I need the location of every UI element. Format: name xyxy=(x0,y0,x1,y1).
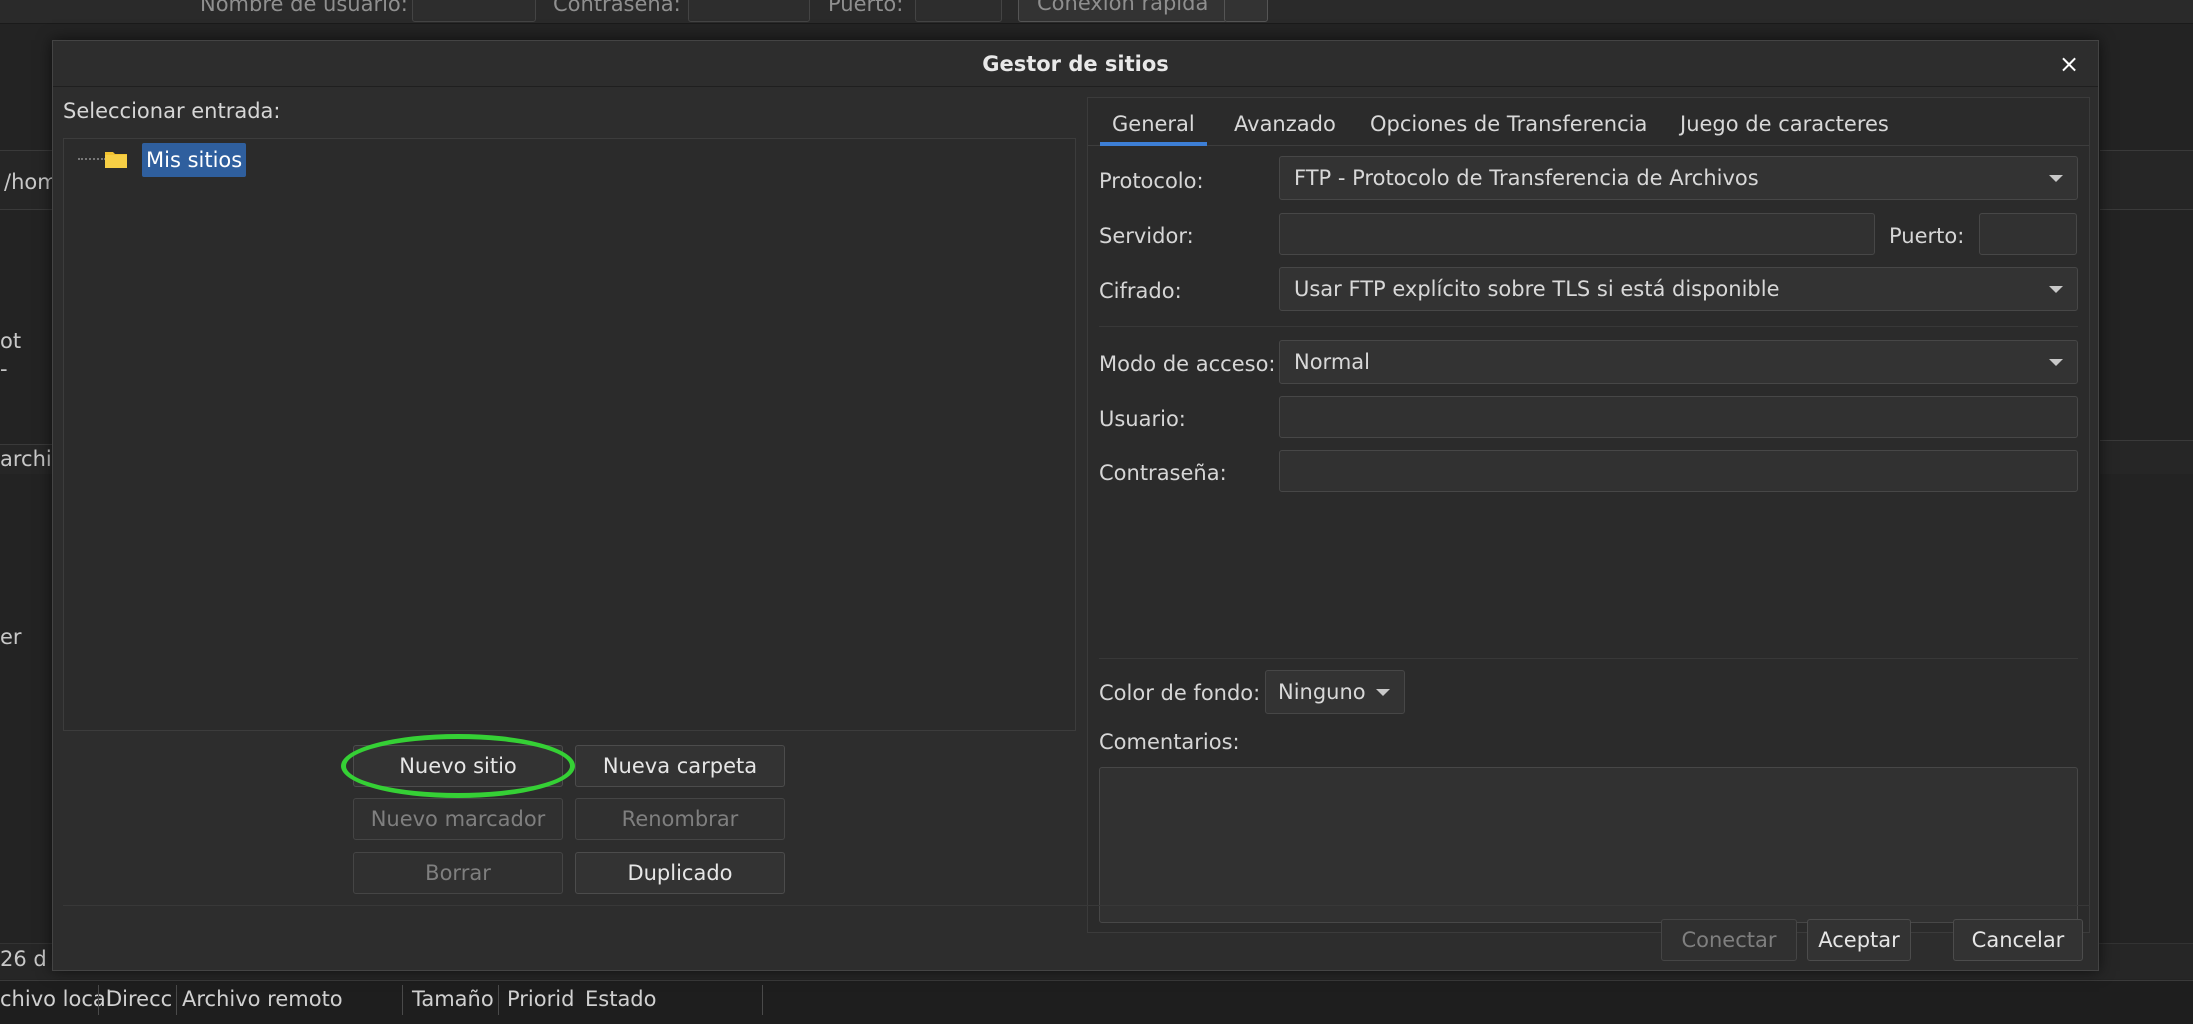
bg-username-label: Nombre de usuario: xyxy=(200,0,408,16)
protocol-label: Protocolo: xyxy=(1099,169,1204,193)
close-icon[interactable]: × xyxy=(2054,49,2084,79)
chevron-down-icon xyxy=(1376,689,1390,696)
tree-connector xyxy=(78,158,106,160)
bg-password-label: Contraseña: xyxy=(553,0,681,16)
protocol-select[interactable]: FTP - Protocolo de Transferencia de Arch… xyxy=(1279,156,2078,200)
password-label: Contraseña: xyxy=(1099,461,1227,485)
server-input[interactable] xyxy=(1279,213,1875,255)
footer-divider xyxy=(63,905,2090,906)
bg-list-header: archi xyxy=(0,444,52,474)
bg-port-field[interactable] xyxy=(915,0,1002,22)
chevron-down-icon xyxy=(2049,175,2063,182)
bg-text-fragment: - xyxy=(0,357,8,381)
access-mode-label: Modo de acceso: xyxy=(1099,352,1276,376)
bg-text-fragment: ot xyxy=(0,329,22,353)
column-direction[interactable]: Direcc xyxy=(106,987,172,1011)
password-input[interactable] xyxy=(1279,450,2078,492)
duplicate-button[interactable]: Duplicado xyxy=(575,852,785,894)
access-mode-value: Normal xyxy=(1294,350,1370,374)
column-remote-file[interactable]: Archivo remoto xyxy=(182,987,343,1011)
column-local-file[interactable]: chivo local xyxy=(0,987,112,1011)
site-tree[interactable]: Mis sitios xyxy=(63,138,1076,731)
quickconnect-bar: Nombre de usuario: Contraseña: Puerto: C… xyxy=(0,0,2193,24)
tab-advanced[interactable]: Avanzado xyxy=(1234,98,1336,146)
bg-text-fragment: archi xyxy=(0,447,52,471)
encryption-label: Cifrado: xyxy=(1099,279,1182,303)
dialog-title: Gestor de sitios xyxy=(982,52,1169,76)
site-settings-panel: General Avanzado Opciones de Transferenc… xyxy=(1087,97,2090,933)
column-size[interactable]: Tamaño xyxy=(412,987,494,1011)
column-separator xyxy=(762,985,763,1015)
column-separator xyxy=(498,985,499,1015)
port-input[interactable] xyxy=(1979,213,2077,255)
accept-button[interactable]: Aceptar xyxy=(1807,919,1911,961)
connect-button[interactable]: Conectar xyxy=(1661,919,1797,961)
bg-color-label: Color de fondo: xyxy=(1099,681,1261,705)
encryption-select[interactable]: Usar FTP explícito sobre TLS si está dis… xyxy=(1279,267,2078,311)
bg-text-fragment: er xyxy=(0,625,22,649)
bg-username-field[interactable] xyxy=(412,0,536,22)
user-input[interactable] xyxy=(1279,396,2078,438)
form-divider xyxy=(1099,326,2078,327)
chevron-down-icon xyxy=(2049,359,2063,366)
bg-path-bar: /hom xyxy=(0,150,58,210)
cancel-button[interactable]: Cancelar xyxy=(1953,919,2083,961)
protocol-value: FTP - Protocolo de Transferencia de Arch… xyxy=(1294,166,1759,190)
new-site-button[interactable]: Nuevo sitio xyxy=(353,745,563,787)
settings-tabbar: General Avanzado Opciones de Transferenc… xyxy=(1088,98,2089,146)
bg-password-field[interactable] xyxy=(688,0,810,22)
tab-transfer-options[interactable]: Opciones de Transferencia xyxy=(1370,98,1647,146)
bg-color-select[interactable]: Ninguno xyxy=(1265,670,1405,714)
new-folder-button[interactable]: Nueva carpeta xyxy=(575,745,785,787)
dialog-titlebar: Gestor de sitios × xyxy=(53,41,2098,87)
bg-quickconnect-dropdown[interactable] xyxy=(1224,0,1268,22)
bg-right-bar xyxy=(2100,150,2193,210)
encryption-value: Usar FTP explícito sobre TLS si está dis… xyxy=(1294,277,1780,301)
bg-right-header xyxy=(2100,440,2193,474)
column-separator xyxy=(402,985,403,1015)
rename-button[interactable]: Renombrar xyxy=(575,798,785,840)
comments-textarea[interactable] xyxy=(1099,767,2078,923)
form-divider xyxy=(1099,658,2078,659)
delete-button[interactable]: Borrar xyxy=(353,852,563,894)
column-priority[interactable]: Priorid xyxy=(507,987,574,1011)
column-separator xyxy=(98,985,99,1015)
select-entry-label: Seleccionar entrada: xyxy=(63,99,281,123)
comments-label: Comentarios: xyxy=(1099,730,1240,754)
server-label: Servidor: xyxy=(1099,224,1194,248)
access-mode-select[interactable]: Normal xyxy=(1279,340,2078,384)
site-manager-dialog: Gestor de sitios × Seleccionar entrada: … xyxy=(52,40,2099,971)
new-bookmark-button[interactable]: Nuevo marcador xyxy=(353,798,563,840)
bg-quickconnect-button[interactable]: Conexión rápida xyxy=(1018,0,1228,22)
tree-item-my-sites[interactable]: Mis sitios xyxy=(142,143,247,177)
column-separator xyxy=(176,985,177,1015)
chevron-down-icon xyxy=(2049,286,2063,293)
bg-path-fragment: /hom xyxy=(4,170,58,194)
column-status[interactable]: Estado xyxy=(585,987,657,1011)
bg-text-fragment: 26 d xyxy=(0,947,47,971)
bg-port-label: Puerto: xyxy=(828,0,904,16)
transfer-queue-header: chivo local Direcc Archivo remoto Tamaño… xyxy=(0,980,2193,1024)
user-label: Usuario: xyxy=(1099,407,1186,431)
port-label: Puerto: xyxy=(1889,224,1965,248)
tab-general[interactable]: General xyxy=(1100,98,1207,146)
bg-color-value: Ninguno xyxy=(1278,680,1366,704)
folder-icon xyxy=(105,152,127,168)
tab-charset[interactable]: Juego de caracteres xyxy=(1680,98,1889,146)
